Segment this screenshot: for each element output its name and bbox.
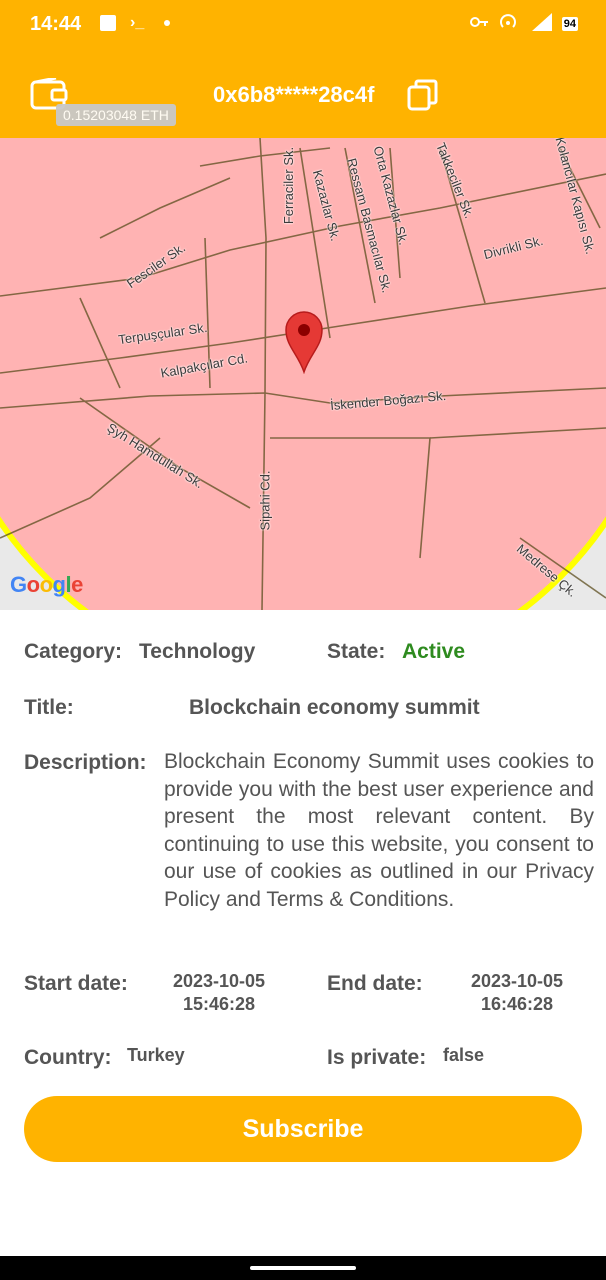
end-date-value: 2023-10-05 16:46:28	[458, 970, 576, 1016]
category-label: Category:	[24, 640, 123, 663]
app-bar: 0.15203048 ETH 0x6b8*****28c4f	[0, 52, 606, 138]
title-label: Title:	[24, 696, 74, 719]
google-logo: Google	[10, 572, 83, 597]
street-label: Sipahi Cd.	[257, 470, 273, 531]
status-bar: 14:44 ›_ 94	[0, 0, 606, 52]
title-value: Blockchain economy summit	[189, 696, 480, 719]
navigation-bar	[0, 1256, 606, 1280]
private-value: false	[443, 1045, 485, 1065]
end-date-label: End date:	[327, 972, 423, 995]
end-date-day: 2023-10-05	[470, 971, 564, 991]
location-marker-icon[interactable]	[284, 310, 324, 374]
description-label: Description:	[24, 751, 147, 774]
map-canvas	[0, 138, 606, 610]
state-label: State:	[327, 640, 386, 663]
street-label: Ferraciler Sk.	[281, 146, 297, 225]
stop-icon	[100, 15, 116, 31]
signal-icon	[528, 13, 552, 34]
hotspot-icon	[498, 13, 518, 34]
end-date-time: 16:46:28	[480, 994, 554, 1014]
event-map[interactable]: Ferraciler Sk. Kazazlar Sk. Ressam Basma…	[0, 138, 606, 610]
copy-icon[interactable]	[406, 79, 440, 111]
country-label: Country:	[24, 1046, 112, 1069]
subscribe-button[interactable]: Subscribe	[24, 1096, 582, 1162]
status-right-icons: 94	[469, 13, 578, 34]
start-date-label: Start date:	[24, 972, 128, 995]
state-value: Active	[402, 640, 466, 663]
start-date-time: 15:46:28	[182, 994, 256, 1014]
start-date-value: 2023-10-05 15:46:28	[160, 970, 278, 1016]
status-left-icons: ›_	[100, 14, 171, 32]
wallet-address: 0x6b8*****28c4f	[213, 82, 375, 107]
dot-icon	[164, 20, 171, 26]
description-value: Blockchain Economy Summit uses cookies t…	[164, 750, 594, 911]
country-value: Turkey	[127, 1045, 185, 1065]
battery-icon: 94	[561, 16, 578, 31]
start-date-day: 2023-10-05	[172, 971, 266, 991]
balance-badge: 0.15203048 ETH	[56, 104, 176, 126]
key-icon	[469, 16, 488, 31]
category-value: Technology	[139, 640, 256, 663]
status-time: 14:44	[30, 13, 82, 35]
terminal-icon: ›_	[130, 14, 145, 31]
home-gesture-handle[interactable]	[250, 1266, 356, 1270]
private-label: Is private:	[327, 1046, 427, 1069]
